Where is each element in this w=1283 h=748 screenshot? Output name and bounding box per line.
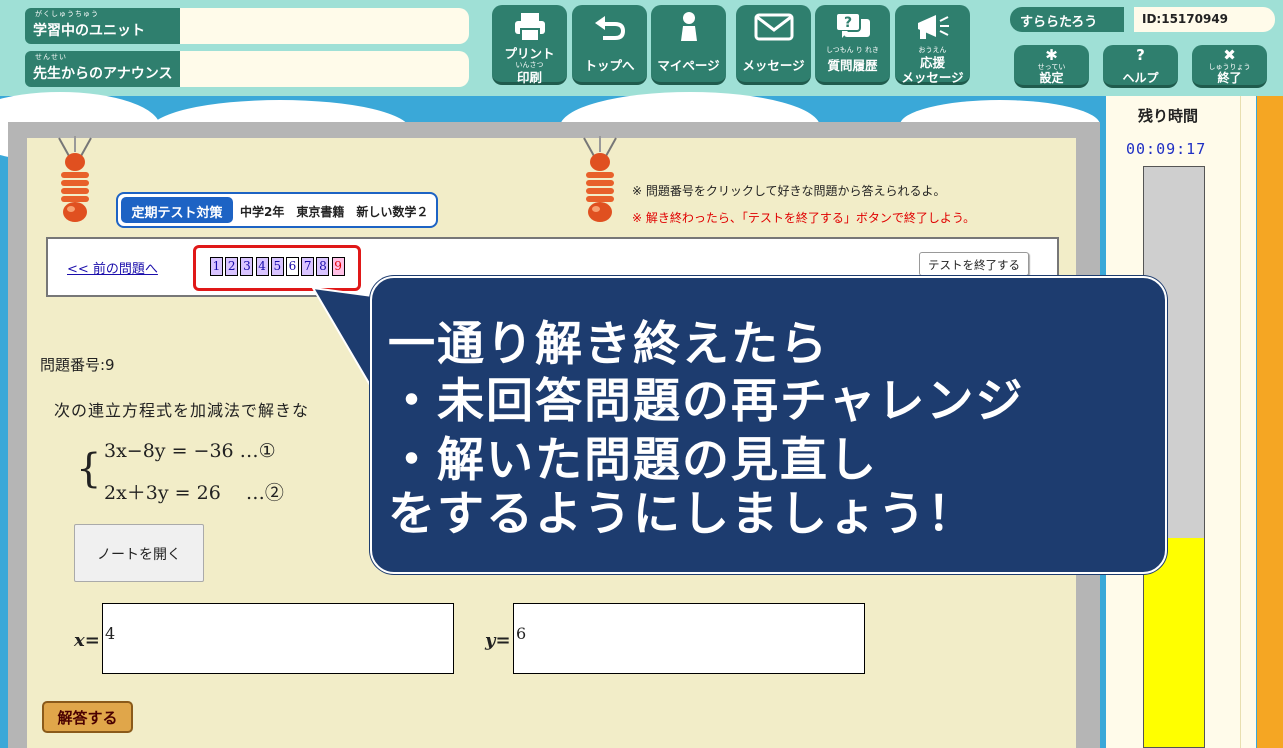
print-button[interactable]: プリント いんさつ 印刷 (492, 5, 567, 85)
user-info: すららたろう ID:15170949 (1010, 7, 1275, 32)
announcement-value (180, 51, 469, 87)
question-number-label: 問題番号:9 (40, 356, 115, 374)
equation-2: 2x＋3y = 26 …② (104, 482, 284, 504)
equation-1: 3x−8y = −36 …① (104, 440, 276, 462)
spring-decoration-icon (58, 136, 92, 222)
end-test-button[interactable]: テストを終了する (919, 252, 1029, 276)
y-label: y= (485, 630, 511, 651)
question-number-4[interactable]: 4 (255, 257, 269, 276)
cheer-message-button[interactable]: おうえん 応援 メッセージ (895, 5, 970, 85)
remaining-time-label: 残り時間 (1138, 107, 1199, 125)
prev-question-link[interactable]: << 前の問題へ (67, 258, 158, 277)
test-type-tag: 定期テスト対策 (121, 197, 233, 223)
megaphone-icon (895, 11, 970, 43)
notice-end-test: ※ 解き終わったら、「テストを終了する」ボタンで終了しよう。 (632, 211, 976, 225)
spring-decoration-icon (583, 136, 617, 222)
callout-line-4: をするようにしましょう！ (388, 487, 976, 542)
question-bubble-icon: ? (815, 11, 890, 43)
announcement-row: せんせい 先生からのアナウンス (25, 51, 469, 87)
user-id: ID:15170949 (1134, 7, 1275, 32)
test-subject: 中学2年 東京書籍 新しい数学２ (240, 205, 429, 219)
question-number-7[interactable]: 7 (301, 257, 315, 276)
top-page-button[interactable]: トップへ (572, 5, 647, 85)
printer-icon (492, 11, 567, 43)
submit-answer-button[interactable]: 解答する (42, 701, 133, 733)
x-label: x= (74, 630, 100, 651)
announcement-label: せんせい 先生からのアナウンス (25, 51, 180, 87)
question-number-8[interactable]: 8 (316, 257, 330, 276)
question-number-6[interactable]: 6 (286, 257, 299, 276)
person-icon (651, 11, 726, 43)
question-number-1[interactable]: 1 (210, 257, 223, 276)
current-unit-ruby: がくしゅうちゅう (35, 10, 99, 18)
remaining-time-value: 00:09:17 (1126, 140, 1207, 158)
announcement-ruby: せんせい (35, 53, 67, 61)
open-note-button[interactable]: ノートを開く (74, 524, 204, 582)
envelope-icon (736, 11, 811, 43)
header-bar: がくしゅうちゅう 学習中のユニット せんせい 先生からのアナウンス プリント い… (0, 0, 1283, 96)
current-unit-row: がくしゅうちゅう 学習中のユニット (25, 8, 469, 44)
return-arrow-icon (572, 11, 647, 43)
message-button[interactable]: メッセージ (736, 5, 811, 85)
current-unit-label: がくしゅうちゅう 学習中のユニット (25, 8, 180, 44)
test-title-badge: 定期テスト対策 中学2年 東京書籍 新しい数学２ (116, 192, 438, 228)
right-edge-strip (1257, 96, 1283, 748)
current-unit-value (180, 8, 469, 44)
exit-button[interactable]: ✖ しゅうりょう 終了 (1192, 45, 1267, 88)
notice-select-question: ※ 問題番号をクリックして好きな問題から答えられるよ。 (632, 184, 946, 198)
mypage-button[interactable]: マイページ (651, 5, 726, 85)
svg-text:?: ? (843, 15, 851, 31)
question-text: 次の連立方程式を加減法で解きな (54, 401, 310, 420)
question-history-button[interactable]: ? しつもん り れき 質問履歴 (815, 5, 890, 85)
question-number-9[interactable]: 9 (331, 257, 345, 276)
help-button[interactable]: ? ヘルプ (1103, 45, 1178, 88)
settings-button[interactable]: ✱ せってい 設定 (1014, 45, 1089, 88)
system-brace: { (76, 446, 102, 492)
question-number-3[interactable]: 3 (240, 257, 254, 276)
help-icon: ? (1136, 46, 1145, 64)
user-name: すららたろう (1010, 7, 1124, 32)
timer-panel-edge (1240, 96, 1256, 748)
x-answer-input[interactable]: 4 (102, 603, 454, 674)
question-number-5[interactable]: 5 (270, 257, 284, 276)
y-answer-input[interactable]: 6 (513, 603, 865, 674)
question-number-2[interactable]: 2 (225, 257, 239, 276)
